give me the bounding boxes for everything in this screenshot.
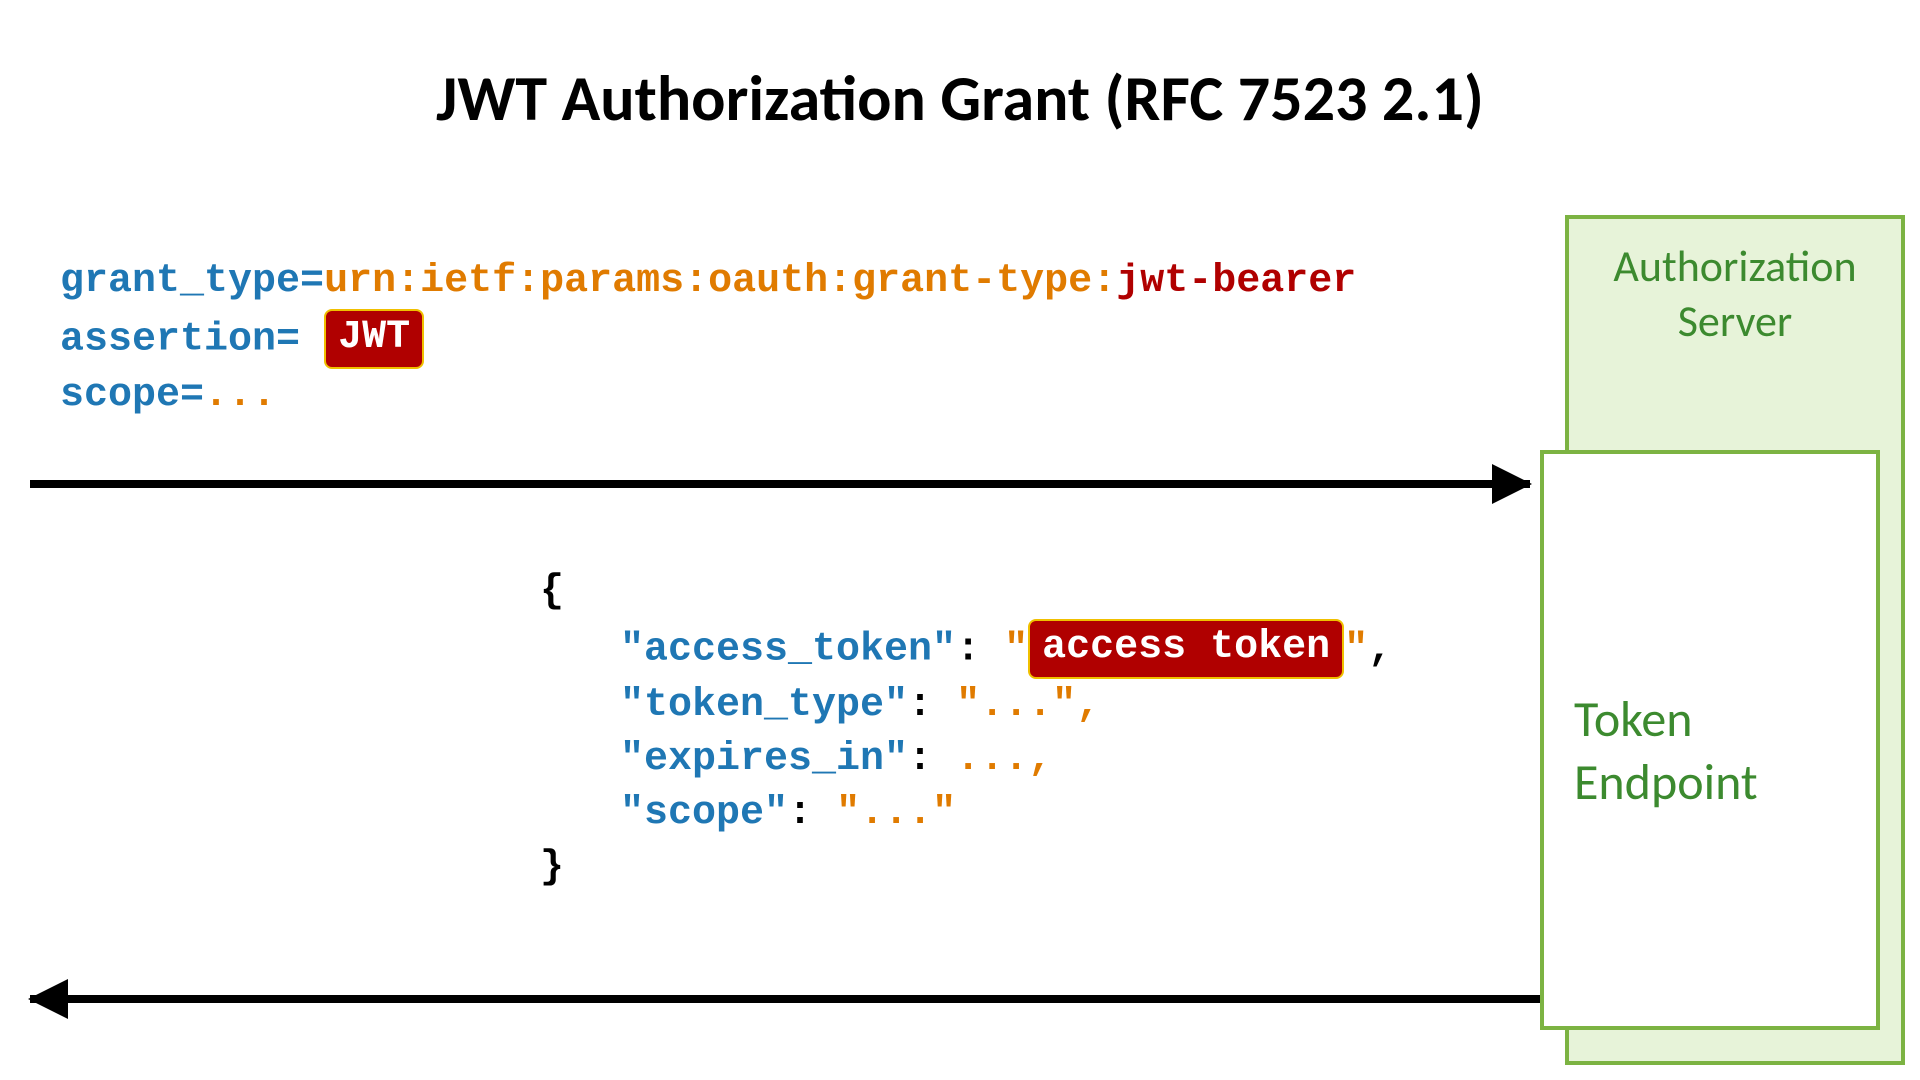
access-token-pill: access token	[1028, 619, 1344, 679]
param-value-urn: urn:ietf:params:oauth:grant-type:	[324, 259, 1116, 304]
json-key-token-type: "token_type"	[620, 683, 908, 728]
param-key-scope: scope	[60, 373, 180, 418]
comma: ,	[1368, 628, 1392, 673]
response-line-expires-in: "expires_in": ...,	[620, 733, 1392, 787]
equals-sign: =	[276, 318, 300, 363]
close-quote: "	[1344, 628, 1368, 673]
open-quote: "	[1004, 628, 1028, 673]
response-line-scope: "scope": "..."	[620, 787, 1392, 841]
colon: :	[908, 683, 932, 728]
brace-open: {	[540, 565, 1392, 619]
param-value-jwt-bearer: jwt-bearer	[1116, 259, 1356, 304]
json-key-scope: "scope"	[620, 791, 788, 836]
json-key-expires-in: "expires_in"	[620, 737, 908, 782]
request-line-grant-type: grant_type=urn:ietf:params:oauth:grant-t…	[60, 255, 1356, 309]
brace-close: }	[540, 841, 1392, 895]
token-endpoint-label: Token Endpoint	[1574, 689, 1856, 814]
request-line-assertion: assertion= JWT	[60, 309, 1356, 369]
json-value-token-type: "...",	[956, 683, 1100, 728]
colon: :	[908, 737, 932, 782]
response-arrow	[30, 995, 1540, 1003]
equals-sign: =	[180, 373, 204, 418]
slide-title: JWT Authorization Grant (RFC 7523 2.1)	[0, 60, 1920, 138]
colon: :	[788, 791, 812, 836]
param-key-grant-type: grant_type	[60, 259, 300, 304]
json-value-expires-in: ...,	[956, 737, 1052, 782]
request-line-scope: scope=...	[60, 369, 1356, 423]
param-key-assertion: assertion	[60, 318, 276, 363]
response-line-token-type: "token_type": "...",	[620, 679, 1392, 733]
token-endpoint-box: Token Endpoint	[1540, 450, 1880, 1030]
json-value-scope: "..."	[836, 791, 956, 836]
response-json-block: { "access_token": "access token", "token…	[540, 565, 1392, 895]
param-value-scope: ...	[204, 373, 276, 418]
equals-sign: =	[300, 259, 324, 304]
response-line-access-token: "access_token": "access token",	[620, 619, 1392, 679]
request-params-block: grant_type=urn:ietf:params:oauth:grant-t…	[60, 255, 1356, 423]
json-key-access-token: "access_token"	[620, 628, 956, 673]
jwt-pill: JWT	[324, 309, 424, 369]
authorization-server-label: Authorization Server	[1569, 239, 1901, 349]
colon: :	[956, 628, 980, 673]
request-arrow	[30, 480, 1530, 488]
